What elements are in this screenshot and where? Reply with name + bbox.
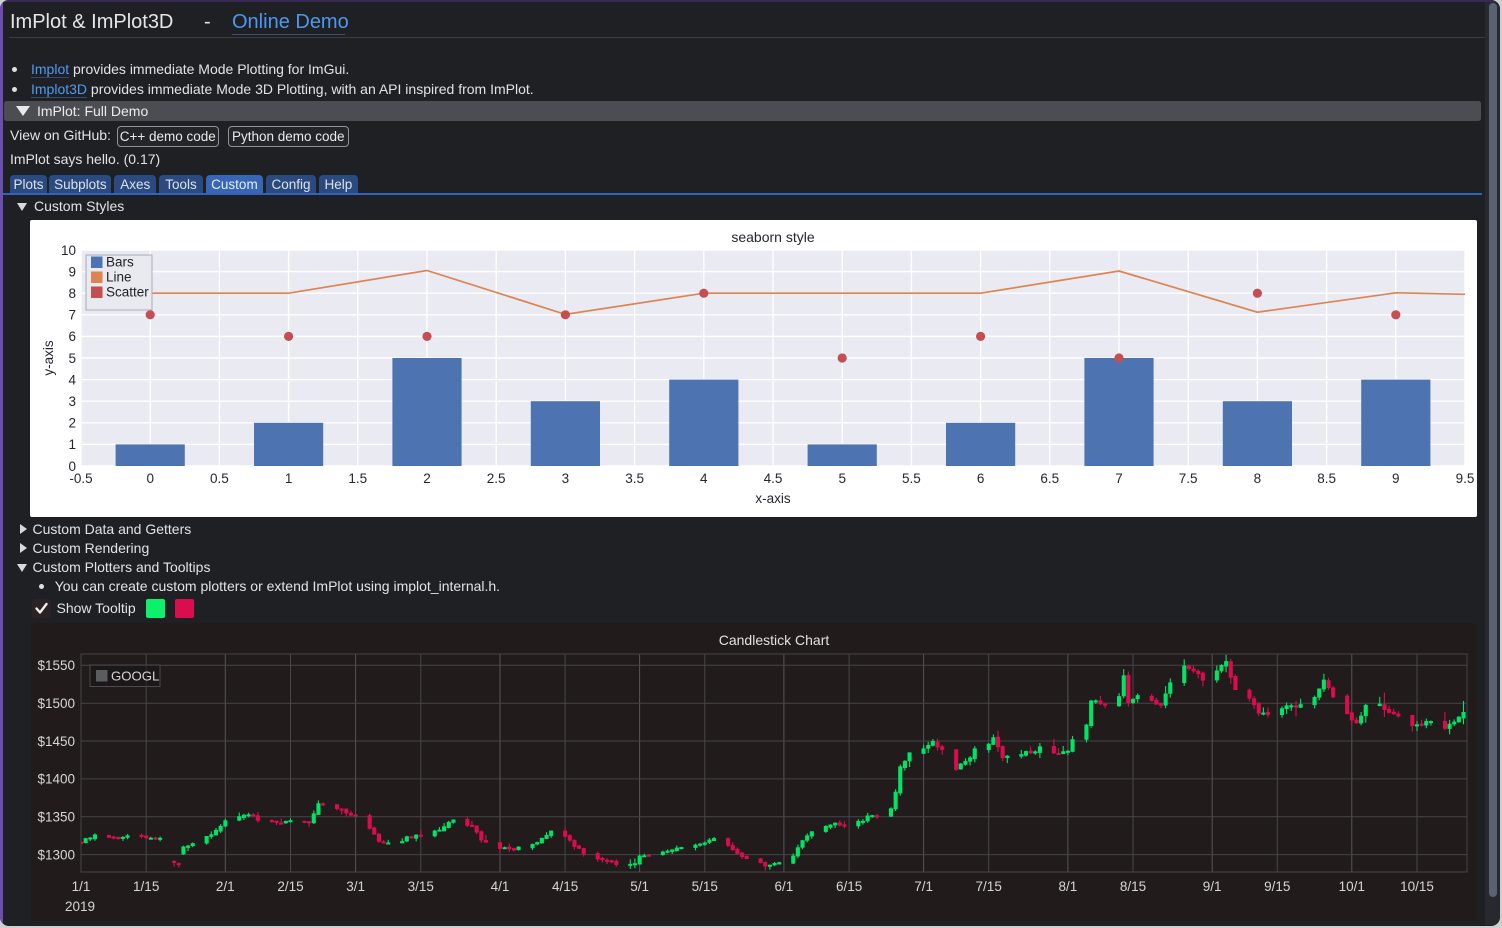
svg-text:1: 1 xyxy=(68,437,76,452)
svg-text:3: 3 xyxy=(562,471,570,486)
svg-text:$1500: $1500 xyxy=(37,696,75,711)
svg-text:4.5: 4.5 xyxy=(764,471,783,486)
svg-text:1: 1 xyxy=(285,471,293,486)
svg-text:8.5: 8.5 xyxy=(1317,471,1336,486)
svg-text:y-axis: y-axis xyxy=(41,340,56,376)
svg-text:Line: Line xyxy=(106,270,132,285)
svg-text:6: 6 xyxy=(977,471,985,486)
svg-text:0.5: 0.5 xyxy=(210,471,229,486)
svg-text:1.5: 1.5 xyxy=(348,471,367,486)
svg-text:2019: 2019 xyxy=(65,899,95,914)
svg-text:7: 7 xyxy=(68,308,76,323)
svg-text:7/15: 7/15 xyxy=(976,879,1002,894)
svg-text:x-axis: x-axis xyxy=(755,491,791,506)
svg-text:3/15: 3/15 xyxy=(408,879,434,894)
svg-text:2.5: 2.5 xyxy=(487,471,506,486)
svg-text:9: 9 xyxy=(1392,471,1400,486)
svg-text:0: 0 xyxy=(68,459,76,474)
svg-text:Bars: Bars xyxy=(106,255,134,270)
svg-text:10/1: 10/1 xyxy=(1339,879,1365,894)
svg-text:10/15: 10/15 xyxy=(1400,879,1434,894)
svg-text:9/15: 9/15 xyxy=(1264,879,1290,894)
svg-text:9/1: 9/1 xyxy=(1203,879,1222,894)
svg-text:5: 5 xyxy=(68,351,76,366)
svg-text:1/1: 1/1 xyxy=(72,879,91,894)
svg-text:$1400: $1400 xyxy=(37,772,75,787)
svg-text:3/1: 3/1 xyxy=(346,879,365,894)
svg-text:$1550: $1550 xyxy=(37,658,75,673)
svg-text:7/1: 7/1 xyxy=(914,879,933,894)
svg-text:9: 9 xyxy=(68,264,76,279)
svg-text:4: 4 xyxy=(68,372,76,387)
svg-text:GOOGL: GOOGL xyxy=(111,669,159,684)
svg-text:8/1: 8/1 xyxy=(1059,879,1078,894)
svg-text:Scatter: Scatter xyxy=(106,285,149,300)
svg-text:2/15: 2/15 xyxy=(277,879,303,894)
svg-text:10: 10 xyxy=(61,243,76,258)
svg-text:6: 6 xyxy=(68,329,76,344)
svg-text:9.5: 9.5 xyxy=(1456,471,1475,486)
svg-text:4/1: 4/1 xyxy=(491,879,510,894)
svg-text:5: 5 xyxy=(838,471,846,486)
svg-text:6/15: 6/15 xyxy=(836,879,862,894)
svg-text:5/1: 5/1 xyxy=(630,879,649,894)
svg-text:$1300: $1300 xyxy=(37,847,75,862)
svg-text:7: 7 xyxy=(1115,471,1123,486)
svg-text:2: 2 xyxy=(68,416,76,431)
svg-text:6.5: 6.5 xyxy=(1040,471,1059,486)
svg-text:1/15: 1/15 xyxy=(133,879,159,894)
svg-text:4: 4 xyxy=(700,471,708,486)
svg-text:Candlestick Chart: Candlestick Chart xyxy=(719,632,830,648)
svg-text:0: 0 xyxy=(146,471,154,486)
svg-text:2: 2 xyxy=(423,471,431,486)
svg-text:$1350: $1350 xyxy=(37,810,75,825)
svg-text:$1450: $1450 xyxy=(37,734,75,749)
svg-text:seaborn style: seaborn style xyxy=(731,229,814,245)
svg-text:3: 3 xyxy=(68,394,76,409)
svg-text:8/15: 8/15 xyxy=(1120,879,1146,894)
svg-text:5/15: 5/15 xyxy=(692,879,718,894)
svg-text:2/1: 2/1 xyxy=(216,879,235,894)
svg-text:7.5: 7.5 xyxy=(1179,471,1198,486)
svg-text:6/1: 6/1 xyxy=(775,879,794,894)
svg-text:8: 8 xyxy=(1254,471,1262,486)
svg-text:4/15: 4/15 xyxy=(552,879,578,894)
svg-text:5.5: 5.5 xyxy=(902,471,921,486)
svg-text:3.5: 3.5 xyxy=(625,471,644,486)
svg-text:8: 8 xyxy=(68,286,76,301)
